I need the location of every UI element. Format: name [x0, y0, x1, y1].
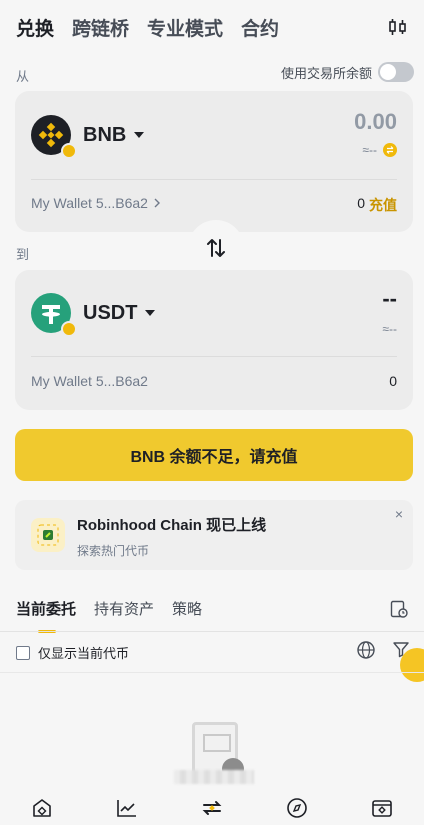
from-wallet-selector[interactable]: My Wallet 5...B6a2: [31, 195, 162, 211]
order-tab-bar: 当前委托 持有资产 策略: [16, 598, 202, 633]
to-wallet-label: My Wallet 5...B6a2: [31, 373, 148, 389]
chevron-down-icon: [145, 310, 156, 316]
from-card: BNB 0.00 ≈-- My Wallet 5...B6a2 0 充值: [15, 91, 413, 232]
to-card: USDT -- ≈-- My Wallet 5...B6a2 0: [15, 270, 413, 410]
from-token-selector[interactable]: BNB: [31, 115, 145, 159]
top-tab-bar: 兑换 跨链桥 专业模式 合约: [16, 14, 279, 41]
candlestick-icon[interactable]: [388, 18, 408, 36]
tab-strategy[interactable]: 策略: [172, 598, 202, 619]
chevron-right-icon: [154, 198, 160, 208]
current-token-label: 仅显示当前代币: [38, 646, 130, 661]
globe-icon[interactable]: [356, 640, 376, 660]
currency-switch-icon[interactable]: [383, 143, 397, 157]
promo-subtitle: 探索热门代币: [77, 544, 150, 558]
tab-bridge[interactable]: 跨链桥: [72, 14, 129, 41]
exchange-balance-toggle-row: 使用交易所余额: [281, 62, 414, 82]
from-amount-input[interactable]: 0.00: [354, 109, 397, 135]
swap-arrows-icon: [207, 239, 225, 257]
from-token-name: BNB: [83, 123, 127, 146]
to-divider: [31, 356, 397, 357]
promo-banner[interactable]: Robinhood Chain 现已上线 探索热门代币 ×: [15, 500, 413, 570]
promo-title: Robinhood Chain 现已上线: [77, 517, 267, 534]
tab-futures[interactable]: 合约: [241, 14, 279, 41]
bnb-icon: [31, 115, 77, 159]
filter-divider: [0, 672, 424, 673]
to-usd-value: ≈--: [382, 322, 397, 336]
recharge-link[interactable]: 充值: [369, 195, 397, 215]
to-wallet-selector[interactable]: My Wallet 5...B6a2: [31, 373, 148, 389]
wallet-icon[interactable]: [370, 796, 394, 820]
trade-swap-icon[interactable]: [200, 796, 224, 820]
to-label: 到: [16, 247, 30, 262]
current-token-checkbox[interactable]: [16, 645, 30, 660]
from-divider: [31, 179, 397, 180]
tab-pro-mode[interactable]: 专业模式: [147, 14, 223, 41]
to-balance-row: 0: [389, 373, 397, 389]
swap-direction-button[interactable]: [188, 220, 244, 276]
to-token-selector[interactable]: USDT: [31, 293, 156, 337]
order-history-icon[interactable]: [390, 600, 408, 618]
to-amount: --: [382, 286, 397, 311]
close-icon[interactable]: ×: [395, 506, 403, 522]
exchange-balance-toggle[interactable]: [378, 62, 414, 82]
rocket-icon: [31, 518, 65, 552]
from-label: 从: [16, 69, 30, 84]
to-usd-text: ≈--: [382, 322, 397, 336]
from-usd-text: ≈--: [362, 143, 377, 157]
usdt-icon: [31, 293, 77, 337]
discover-compass-icon[interactable]: [285, 796, 309, 820]
insufficient-balance-button[interactable]: BNB 余额不足，请充值: [15, 429, 413, 481]
chevron-down-icon: [134, 132, 145, 138]
exchange-balance-label: 使用交易所余额: [280, 65, 372, 81]
from-balance-row: 0 充值: [357, 195, 397, 215]
chain-badge-icon: [61, 321, 77, 337]
from-wallet-label: My Wallet 5...B6a2: [31, 195, 148, 211]
from-usd-value: ≈--: [362, 143, 397, 157]
to-token-name: USDT: [83, 301, 138, 324]
empty-state-blurred-text: [174, 770, 254, 784]
market-chart-icon[interactable]: [115, 796, 139, 820]
tab-swap[interactable]: 兑换: [16, 14, 54, 41]
bottom-nav: [0, 790, 424, 825]
order-tabs-divider: [0, 631, 424, 632]
chain-badge-icon: [61, 143, 77, 159]
tab-open-orders[interactable]: 当前委托: [16, 598, 76, 633]
to-balance: 0: [389, 373, 397, 389]
from-balance: 0: [357, 195, 365, 211]
assistant-mascot-icon[interactable]: [400, 648, 424, 682]
tab-holdings[interactable]: 持有资产: [94, 598, 154, 619]
current-token-filter[interactable]: 仅显示当前代币: [16, 643, 129, 662]
home-icon[interactable]: [30, 796, 54, 820]
